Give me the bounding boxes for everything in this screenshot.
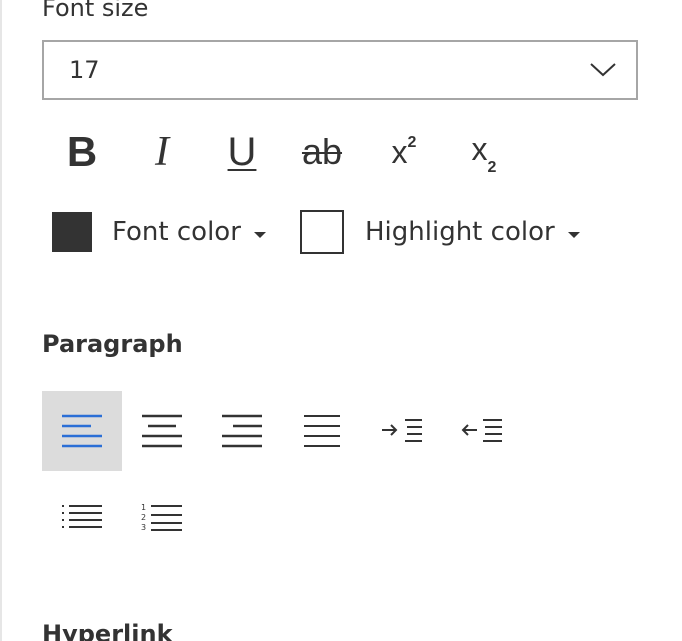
numbered-list-button[interactable]: 1 2 3 (122, 478, 202, 558)
panel-divider (0, 0, 2, 641)
strikethrough-button[interactable]: ab (282, 120, 362, 184)
align-right-icon (222, 414, 262, 448)
align-left-icon (62, 414, 102, 448)
highlight-color-swatch (300, 210, 344, 254)
align-right-button[interactable] (202, 391, 282, 471)
underline-button[interactable]: U (202, 120, 282, 184)
align-left-button[interactable] (42, 391, 122, 471)
outdent-icon (461, 419, 502, 442)
superscript-button[interactable]: x2 (364, 120, 444, 184)
hyperlink-heading: Hyperlink (42, 620, 173, 641)
superscript-glyph: x (391, 133, 408, 170)
chevron-down-icon (590, 63, 616, 77)
superscript-icon: x2 (392, 134, 417, 171)
font-size-value: 17 (69, 56, 100, 84)
justify-button[interactable] (282, 391, 362, 471)
align-center-button[interactable] (122, 391, 202, 471)
bold-icon: B (66, 128, 98, 175)
font-color-swatch (52, 212, 92, 252)
subscript-button[interactable]: x2 (444, 120, 524, 184)
underline-icon: U (227, 129, 257, 174)
italic-icon: I (155, 129, 169, 175)
formatting-panel: Font size 17 B I U ab x2 x2 Font color H… (0, 0, 682, 641)
indent-button[interactable] (362, 391, 442, 471)
numbered-list-digit: 1 (141, 503, 146, 512)
align-center-icon (142, 414, 182, 448)
font-color-label: Font color (112, 217, 241, 247)
caret-down-icon (567, 232, 580, 238)
subscript-glyph: x (471, 131, 488, 168)
highlight-color-label: Highlight color (365, 217, 555, 247)
subscript-icon: x2 (471, 131, 497, 175)
font-size-label: Font size (42, 0, 149, 22)
subscript-mark: 2 (487, 158, 497, 176)
numbered-list-icon: 1 2 3 (141, 503, 182, 532)
numbered-list-digit: 3 (141, 523, 146, 532)
italic-button[interactable]: I (122, 120, 202, 184)
font-size-dropdown[interactable]: 17 (42, 40, 638, 100)
paragraph-heading: Paragraph (42, 330, 183, 358)
justify-icon (304, 415, 340, 447)
indent-icon (382, 419, 422, 442)
font-color-button[interactable]: Font color (52, 206, 267, 258)
bold-button[interactable]: B (42, 120, 122, 184)
superscript-mark: 2 (407, 133, 417, 151)
bulleted-list-button[interactable] (42, 478, 122, 558)
outdent-button[interactable] (442, 391, 522, 471)
numbered-list-digit: 2 (141, 513, 146, 522)
strikethrough-icon: ab (301, 131, 343, 172)
caret-down-icon (253, 232, 266, 238)
highlight-color-button[interactable]: Highlight color (300, 206, 581, 258)
bulleted-list-icon (62, 505, 102, 528)
